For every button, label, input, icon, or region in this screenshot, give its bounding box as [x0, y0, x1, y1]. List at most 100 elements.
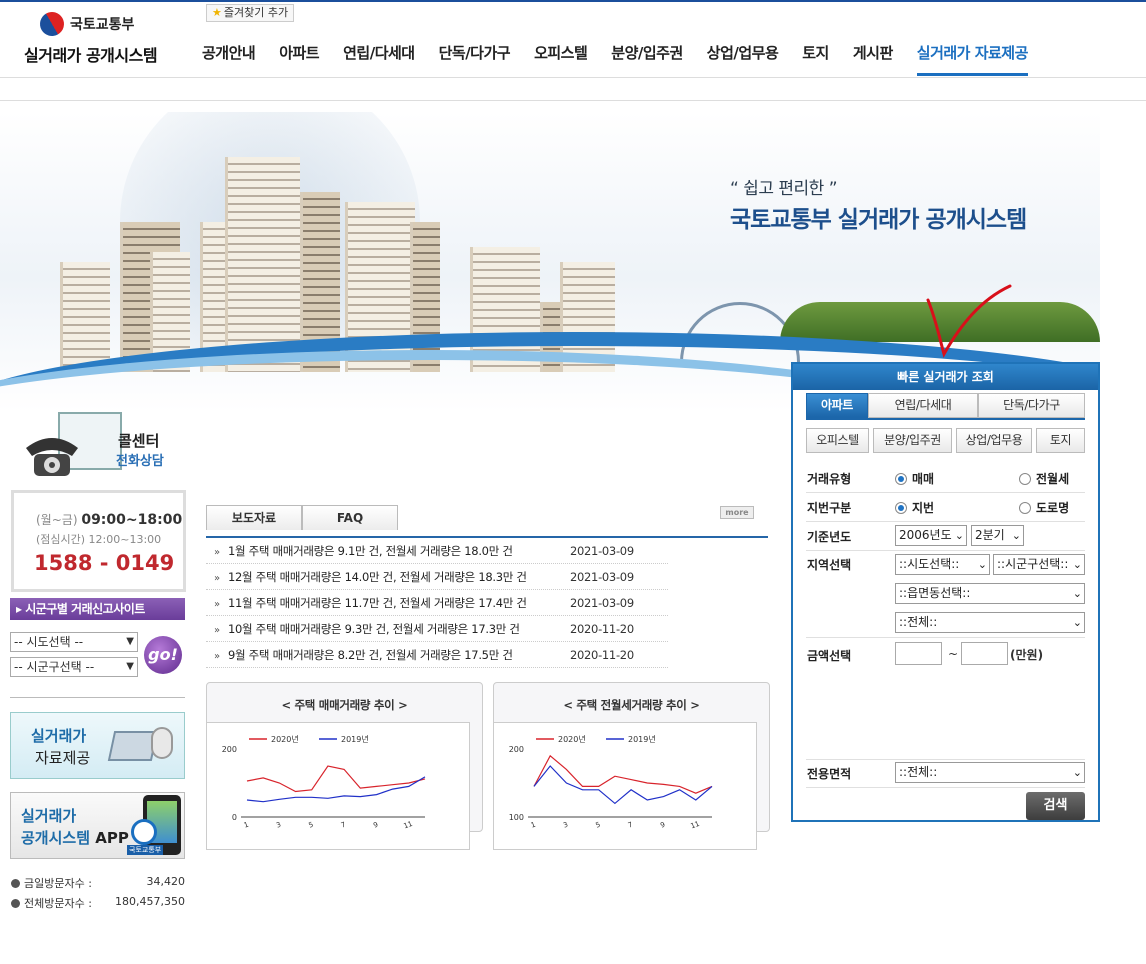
- sigungu-select[interactable]: ::시군구선택:: ⌄: [993, 554, 1085, 575]
- sido-select[interactable]: -- 시도선택 -- ▼: [10, 632, 138, 652]
- area-select-value: ::전체::: [899, 765, 938, 779]
- nav-item-officetel[interactable]: 오피스텔: [534, 42, 588, 76]
- chevron-down-icon: ⌄: [952, 526, 964, 545]
- app-banner-subtitle: 공개시스템 APP: [21, 827, 129, 848]
- sales-chart-panel: 2020년 2019년 0 200 1 3 5 7 9 11: [206, 722, 470, 850]
- dong-select-value: ::읍면동선택::: [899, 586, 971, 600]
- radio-sale[interactable]: 매매: [895, 470, 934, 487]
- chevron-down-icon: ⌄: [1070, 613, 1082, 632]
- sigungu-select[interactable]: -- 시군구선택 -- ▼: [10, 657, 138, 677]
- y-tick-label: 200: [509, 745, 524, 754]
- news-item[interactable]: » 10월 주택 매매거래량은 9.3만 건, 전월세 거래량은 17.3만 건 2…: [206, 616, 668, 642]
- magnifier-icon: [131, 819, 157, 845]
- news-title[interactable]: 1월 주택 매매거래량은 9.1만 건, 전월세 거래량은 18.0만 건: [228, 538, 513, 564]
- dong-select[interactable]: ::읍면동선택:: ⌄: [895, 583, 1085, 604]
- series-line-0: [533, 754, 713, 794]
- sales-chart-title: < 주택 매매거래량 추이 >: [281, 698, 408, 712]
- region-label: 지역선택: [807, 558, 852, 572]
- radio-icon: [1019, 502, 1031, 514]
- ministry-logo[interactable]: 국토교통부: [35, 7, 135, 41]
- price-unit: (만원): [1010, 648, 1044, 662]
- call-center-hours: (월~금) 09:00~18:00 (점심시간) 12:00~13:00 158…: [11, 490, 186, 592]
- tab-commercial[interactable]: 상업/업무용: [956, 428, 1032, 453]
- news-title[interactable]: 12월 주택 매매거래량은 14.0만 건, 전월세 거래량은 18.3만 건: [228, 564, 527, 590]
- rent-chart-title: < 주택 전월세거래량 추이 >: [563, 698, 700, 712]
- quick-search-panel: 빠른 실거래가 조회 아파트 연립/다세대 단독/다가구 오피스텔 분양/입주권…: [791, 362, 1100, 822]
- sigungu-select-value: -- 시군구선택 --: [14, 660, 95, 674]
- star-icon: ★: [212, 6, 222, 19]
- bullet-icon: »: [214, 547, 220, 558]
- tab-presale[interactable]: 분양/입주권: [873, 428, 952, 453]
- bookmark-label: 즐겨찾기 추가: [223, 6, 289, 19]
- quick-search-title: 빠른 실거래가 조회: [793, 364, 1098, 390]
- app-banner[interactable]: 실거래가 공개시스템 APP 국토교통부: [10, 792, 185, 859]
- site-title[interactable]: 실거래가 공개시스템: [24, 42, 158, 66]
- tab-detached[interactable]: 단독/다가구: [978, 393, 1085, 418]
- news-item[interactable]: » 11월 주택 매매거래량은 11.7만 건, 전월세 거래량은 17.4만 건…: [206, 590, 668, 616]
- bookmark-button[interactable]: ★ 즐겨찾기 추가: [206, 4, 295, 22]
- nav-item-guide[interactable]: 공개안내: [202, 42, 256, 76]
- tab-officetel[interactable]: 오피스텔: [806, 428, 869, 453]
- sigungu-select-value: ::시군구선택::: [997, 557, 1069, 571]
- tab-faq[interactable]: FAQ: [302, 505, 398, 530]
- go-button[interactable]: go!: [144, 636, 182, 674]
- y-tick-label: 100: [509, 813, 524, 822]
- radio-road-name[interactable]: 도로명: [1019, 499, 1069, 516]
- news-title[interactable]: 10월 주택 매매거래량은 9.3만 건, 전월세 거래량은 17.3만 건: [228, 616, 520, 642]
- x-tick-label: 5: [595, 821, 602, 830]
- price-max-input[interactable]: [961, 642, 1008, 665]
- tab-apartment[interactable]: 아파트: [806, 393, 868, 418]
- nav-item-land[interactable]: 토지: [802, 42, 829, 76]
- price-min-input[interactable]: [895, 642, 942, 665]
- nav-item-detached[interactable]: 단독/다가구: [439, 42, 511, 76]
- quarter-select[interactable]: 2분기 ⌄: [971, 525, 1024, 546]
- nav-item-commercial[interactable]: 상업/업무용: [707, 42, 779, 76]
- x-tick-label: 11: [403, 820, 414, 831]
- radio-lot-number[interactable]: 지번: [895, 499, 934, 516]
- x-tick-label: 5: [308, 821, 315, 830]
- sido-select[interactable]: ::시도선택:: ⌄: [895, 554, 990, 575]
- news-item[interactable]: » 9월 주택 매매거래량은 8.2만 건, 전월세 거래량은 17.5만 건 20…: [206, 642, 668, 668]
- visitor-today-value: 34,420: [146, 875, 186, 888]
- sales-chart: 2020년 2019년 0 200 1 3 5 7 9 11: [222, 734, 426, 831]
- radio-rent[interactable]: 전월세: [1019, 470, 1069, 487]
- red-checkmark-annotation: [926, 284, 1012, 358]
- x-tick-label: 9: [372, 821, 379, 830]
- business-hours: (월~금) 09:00~18:00: [36, 511, 182, 528]
- quarter-select-value: 2분기: [975, 528, 1005, 542]
- data-provision-banner[interactable]: 실거래가 자료제공: [10, 712, 185, 779]
- area-select[interactable]: ::전체:: ⌄: [895, 762, 1085, 783]
- ministry-name: 국토교통부: [70, 17, 135, 33]
- phone-number: 1588 - 0149: [34, 551, 175, 575]
- nav-item-data-provision[interactable]: 실거래가 자료제공: [916, 42, 1028, 76]
- search-button[interactable]: 검색: [1026, 792, 1085, 820]
- tab-rowhouse[interactable]: 연립/다세대: [868, 393, 978, 418]
- nav-item-apartment[interactable]: 아파트: [279, 42, 319, 76]
- page: ★ 즐겨찾기 추가 국토교통부 실거래가 공개시스템 공개안내 아파트 연립/다세…: [0, 0, 1146, 964]
- main-nav: 공개안내 아파트 연립/다세대 단독/다가구 오피스텔 분양/입주권 상업/업무…: [190, 42, 1040, 76]
- app-banner-title: 실거래가: [21, 807, 77, 825]
- visitor-today: 금일방문자수 : 34,420: [11, 875, 187, 891]
- field-divider: [806, 521, 1085, 522]
- news-item[interactable]: » 12월 주택 매매거래량은 14.0만 건, 전월세 거래량은 18.3만 건…: [206, 564, 668, 590]
- legend-label: 2020년: [271, 734, 299, 744]
- news-item[interactable]: » 1월 주택 매매거래량은 9.1만 건, 전월세 거래량은 18.0만 건 20…: [206, 538, 668, 564]
- nav-item-rowhouse[interactable]: 연립/다세대: [343, 42, 415, 76]
- year-select-value: 2006년도: [899, 528, 952, 542]
- year-select[interactable]: 2006년도 ⌄: [895, 525, 967, 546]
- site-header: ★ 즐겨찾기 추가 국토교통부 실거래가 공개시스템 공개안내 아파트 연립/다세…: [0, 2, 1146, 78]
- tab-underline: [806, 418, 1085, 420]
- news-title[interactable]: 9월 주택 매매거래량은 8.2만 건, 전월세 거래량은 17.5만 건: [228, 642, 513, 668]
- more-button[interactable]: more: [720, 506, 754, 519]
- tab-press-release[interactable]: 보도자료: [206, 505, 302, 530]
- nav-item-presale[interactable]: 분양/입주권: [611, 42, 683, 76]
- field-divider: [806, 492, 1085, 493]
- legend-label: 2019년: [341, 734, 369, 744]
- news-date: 2020-11-20: [570, 648, 634, 662]
- complex-select[interactable]: ::전체:: ⌄: [895, 612, 1085, 633]
- news-title[interactable]: 11월 주택 매매거래량은 11.7만 건, 전월세 거래량은 17.4만 건: [228, 590, 527, 616]
- nav-item-board[interactable]: 게시판: [853, 42, 893, 76]
- tab-land[interactable]: 토지: [1036, 428, 1085, 453]
- data-banner-subtitle: 자료제공: [35, 749, 91, 767]
- radio-selected-icon: [895, 502, 907, 514]
